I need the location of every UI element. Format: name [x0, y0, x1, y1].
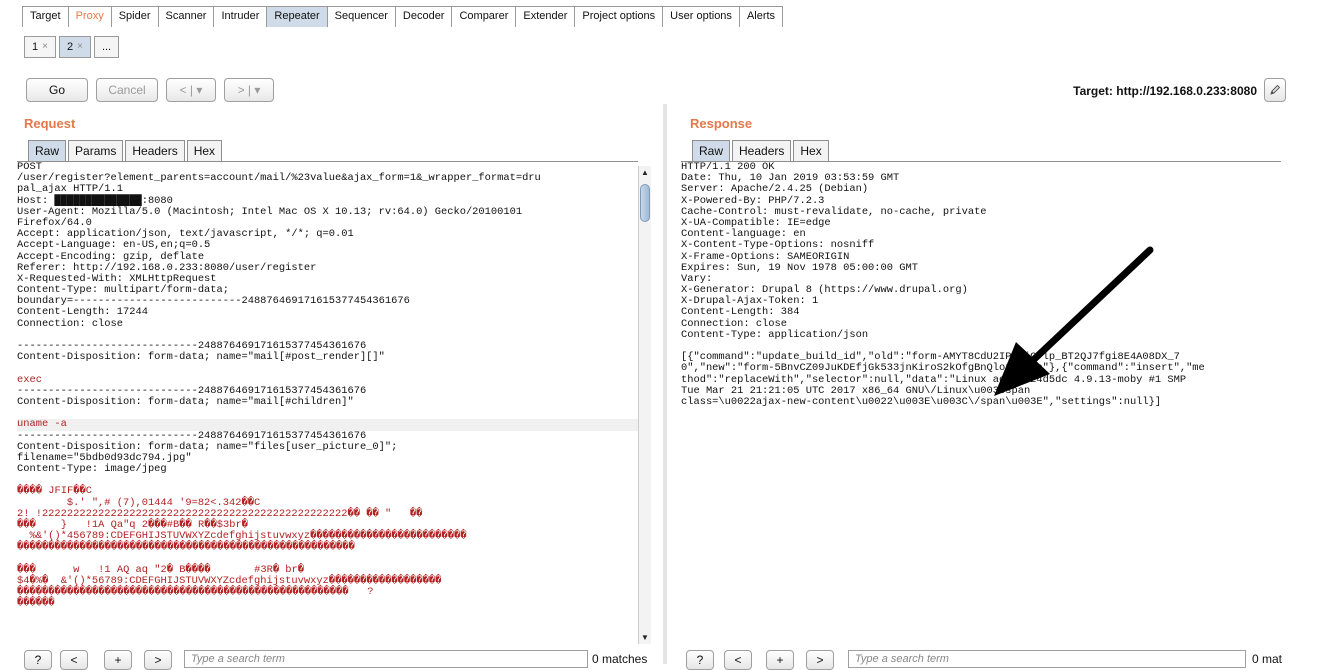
- tool-tab-intruder[interactable]: Intruder: [213, 7, 266, 27]
- request-line: [17, 408, 638, 419]
- tool-tab-decoder[interactable]: Decoder: [394, 7, 452, 27]
- tool-tab-target[interactable]: Target: [22, 7, 68, 27]
- pencil-icon: [1270, 84, 1281, 95]
- next-button[interactable]: >: [806, 650, 834, 670]
- tab-raw[interactable]: Raw: [28, 140, 67, 161]
- close-icon[interactable]: ×: [42, 37, 48, 57]
- request-line: uname -a: [17, 419, 638, 431]
- tool-tab-repeater[interactable]: Repeater: [266, 7, 327, 27]
- subtab-label: 2: [66, 41, 74, 53]
- request-line: pal_ajax HTTP/1.1: [17, 183, 124, 196]
- request-line: ���� JFIF��C: [17, 485, 92, 498]
- request-line: Content-Disposition: form-data; name="ma…: [17, 351, 385, 364]
- help-button[interactable]: ?: [686, 650, 714, 670]
- tab-params[interactable]: Params: [68, 140, 124, 161]
- repeater-subtabs: 1 × 2 × ...: [24, 36, 122, 58]
- request-line: ����������������������������������������…: [17, 586, 374, 599]
- subtab-label: 1: [32, 41, 39, 53]
- add-button[interactable]: +: [104, 650, 132, 670]
- tool-tab-proxy[interactable]: Proxy: [67, 7, 111, 27]
- request-line: Accept-Encoding: gzip, deflate: [17, 250, 205, 263]
- tool-tab-extender[interactable]: Extender: [515, 7, 574, 27]
- response-title: Response: [690, 116, 753, 131]
- response-line: class=\u0022ajax-new-content\u0022\u003E…: [681, 395, 1162, 408]
- tool-tab-user-options[interactable]: User options: [662, 7, 739, 27]
- back-button[interactable]: < | ▾: [166, 78, 216, 102]
- close-icon[interactable]: ×: [77, 37, 83, 57]
- response-line: X-Content-Type-Options: nosniff: [681, 239, 875, 252]
- response-line: X-Frame-Options: SAMEORIGIN: [681, 250, 850, 263]
- request-tabs: Raw Params Headers Hex: [28, 140, 224, 162]
- response-line: Server: Apache/2.4.25 (Debian): [681, 183, 869, 196]
- forward-button[interactable]: > | ▾: [224, 78, 274, 102]
- tab-hex[interactable]: Hex: [793, 140, 829, 161]
- response-editor[interactable]: HTTP/1.1 200 OK Date: Thu, 10 Jan 2019 03…: [681, 161, 1281, 642]
- tool-tab-sequencer[interactable]: Sequencer: [326, 7, 395, 27]
- add-button[interactable]: +: [766, 650, 794, 670]
- subtab-new[interactable]: ...: [93, 36, 120, 58]
- previous-button[interactable]: <: [724, 650, 752, 670]
- request-title: Request: [24, 116, 76, 131]
- request-line: Content-Disposition: form-data; name="ma…: [17, 395, 354, 408]
- request-editor[interactable]: POST/user/register?element_parents=accou…: [17, 161, 638, 648]
- request-line: ������: [17, 597, 55, 610]
- scroll-thumb[interactable]: [640, 184, 650, 222]
- edit-target-button[interactable]: [1264, 78, 1286, 102]
- response-line: 0","new":"form-5BnvCZ09JuKDEfjGk533jnKir…: [681, 362, 1205, 375]
- request-line: Content-Type: image/jpeg: [17, 463, 167, 476]
- target-label: Target: http://192.168.0.233:8080: [1073, 84, 1257, 98]
- previous-button[interactable]: <: [60, 650, 88, 670]
- request-line: Connection: close: [17, 317, 124, 330]
- subtab-label: ...: [101, 41, 112, 53]
- request-line: Accept-Language: en-US,en;q=0.5: [17, 239, 211, 252]
- response-line: Content-Length: 384: [681, 306, 800, 319]
- arrow-annotation-icon: [994, 246, 1154, 396]
- response-line: Content-Type: application/json: [681, 328, 869, 341]
- tool-tab-project-options[interactable]: Project options: [574, 7, 662, 27]
- request-line: ����������������������������������������…: [17, 541, 355, 554]
- scroll-down-icon[interactable]: ▼: [641, 633, 649, 642]
- subtab-2[interactable]: 2 ×: [58, 36, 91, 58]
- tool-tab-comparer[interactable]: Comparer: [451, 7, 515, 27]
- response-search-input[interactable]: Type a search term: [848, 650, 1246, 668]
- tab-headers[interactable]: Headers: [125, 140, 185, 161]
- request-scrollbar[interactable]: ▲ ▼: [638, 166, 651, 644]
- tab-hex[interactable]: Hex: [186, 140, 223, 161]
- tool-tab-row: Target Proxy Spider Scanner Intruder Repeater…: [22, 6, 784, 27]
- subtab-1[interactable]: 1 ×: [24, 36, 56, 58]
- split-divider[interactable]: [663, 104, 667, 664]
- tool-tab-spider[interactable]: Spider: [110, 7, 158, 27]
- response-tabs: Raw Headers Hex: [692, 140, 831, 162]
- response-line: Expires: Sun, 19 Nov 1978 05:00:00 GMT: [681, 261, 918, 274]
- request-line: User-Agent: Mozilla/5.0 (Macintosh; Inte…: [17, 205, 523, 218]
- go-button[interactable]: Go: [26, 78, 88, 102]
- request-line: -----------------------------24887646917…: [17, 429, 367, 442]
- request-line: [17, 475, 638, 486]
- request-line: Content-Length: 17244: [17, 306, 148, 319]
- tool-tabs-bar: Target Proxy Spider Scanner Intruder Repeater…: [0, 0, 1326, 27]
- next-button[interactable]: >: [144, 650, 172, 670]
- request-line: [17, 363, 638, 374]
- request-search-input[interactable]: Type a search term: [184, 650, 588, 668]
- tab-headers[interactable]: Headers: [732, 140, 792, 161]
- tab-raw[interactable]: Raw: [692, 140, 731, 161]
- scroll-up-icon[interactable]: ▲: [641, 168, 649, 177]
- tool-tab-alerts[interactable]: Alerts: [738, 7, 784, 27]
- cancel-button[interactable]: Cancel: [96, 78, 158, 102]
- tool-tab-scanner[interactable]: Scanner: [157, 7, 214, 27]
- help-button[interactable]: ?: [24, 650, 52, 670]
